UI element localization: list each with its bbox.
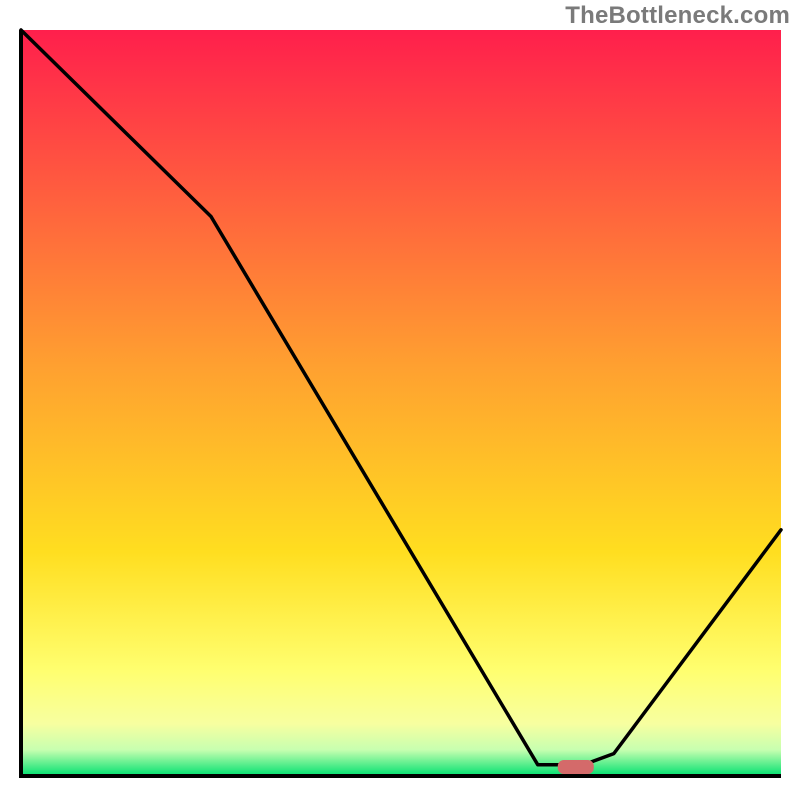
bottleneck-curve-chart (0, 0, 800, 800)
optimum-marker (558, 760, 594, 774)
chart-container: TheBottleneck.com (0, 0, 800, 800)
